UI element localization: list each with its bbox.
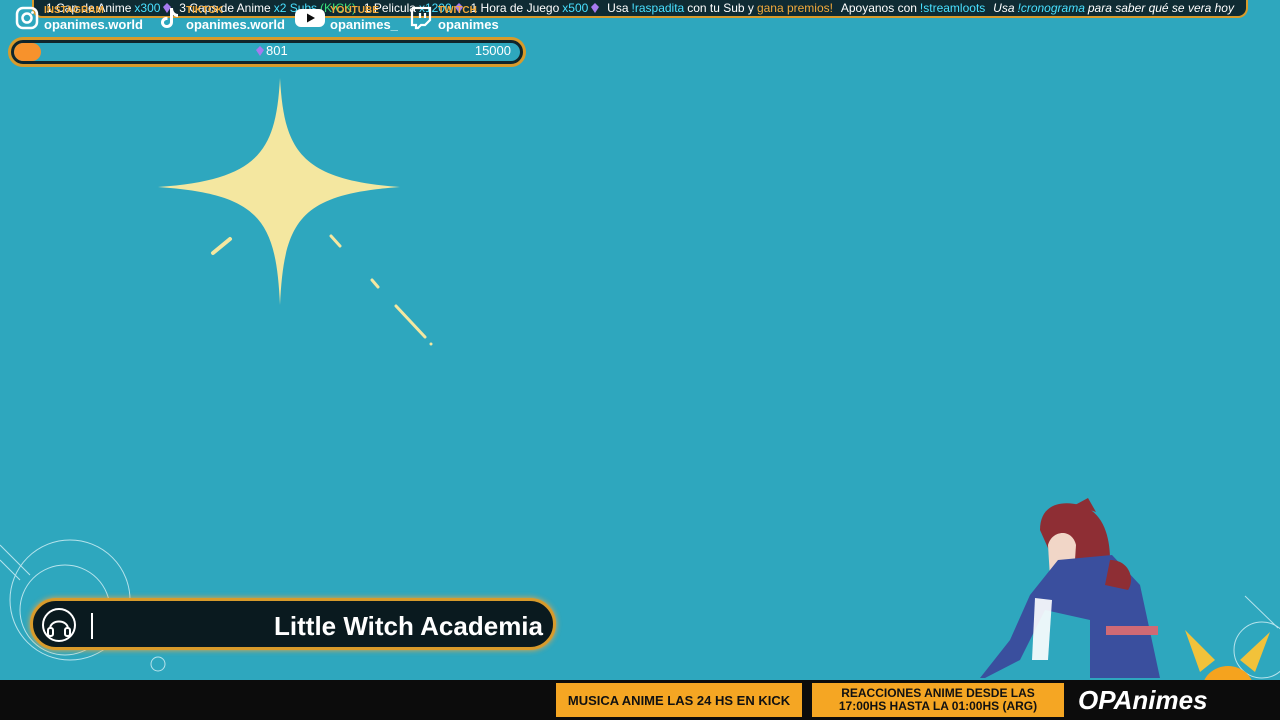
progress-goal-value: 15000 bbox=[474, 43, 511, 58]
now-playing-title: Little Witch Academia bbox=[274, 611, 543, 641]
youtube-icon bbox=[295, 9, 325, 27]
social-handle: opanimes.world bbox=[186, 16, 285, 32]
kick-banner: MUSICA ANIME LAS 24 HS EN KICK bbox=[556, 683, 802, 717]
social-youtube[interactable]: YOUTUBE opanimes_ bbox=[294, 5, 398, 31]
tiktok-icon bbox=[161, 8, 178, 28]
schedule-line-2: 17:00HS HASTA LA 01:00HS (ARG) bbox=[838, 699, 1038, 713]
social-platform: TIKTOK bbox=[186, 4, 224, 16]
np-divider bbox=[91, 613, 93, 639]
social-platform: INSTAGRAM bbox=[44, 4, 104, 16]
social-handle: opanimes_ bbox=[330, 16, 398, 32]
brand-logo-text: OPAnimes bbox=[1078, 684, 1208, 715]
ticker-item: Usa !raspadita con tu Sub y gana premios… bbox=[607, 1, 833, 15]
now-playing-panel: Little Witch Academia bbox=[30, 598, 556, 650]
social-platform: TWITCH bbox=[438, 4, 477, 16]
ticker-item: Apoyanos con !streamloots bbox=[840, 1, 986, 15]
social-handle: opanimes bbox=[438, 16, 499, 32]
schedule-banner: REACCIONES ANIME DESDE LAS 17:00HS HASTA… bbox=[812, 683, 1064, 717]
headphones-icon bbox=[42, 608, 76, 642]
gem-icon bbox=[256, 45, 264, 56]
goal-progress-bar: 801 15000 bbox=[8, 37, 526, 67]
social-twitch[interactable]: TWITCH opanimes bbox=[408, 5, 499, 31]
twitch-icon bbox=[410, 6, 432, 30]
instagram-icon bbox=[15, 6, 39, 30]
gem-icon bbox=[591, 3, 600, 13]
social-tiktok[interactable]: TIKTOK opanimes.world bbox=[156, 5, 285, 31]
ticker-item: Usa !cronograma para saber qué se vera h… bbox=[993, 1, 1234, 15]
sparkle-star-icon bbox=[158, 78, 433, 346]
progress-current: 801 bbox=[256, 43, 288, 58]
social-platform: YOUTUBE bbox=[330, 4, 379, 16]
progress-fill bbox=[14, 43, 42, 61]
progress-current-value: 801 bbox=[266, 43, 288, 58]
character-illustration bbox=[980, 498, 1160, 678]
social-handle: opanimes.world bbox=[44, 16, 143, 32]
social-instagram[interactable]: INSTAGRAM opanimes.world bbox=[14, 5, 143, 31]
